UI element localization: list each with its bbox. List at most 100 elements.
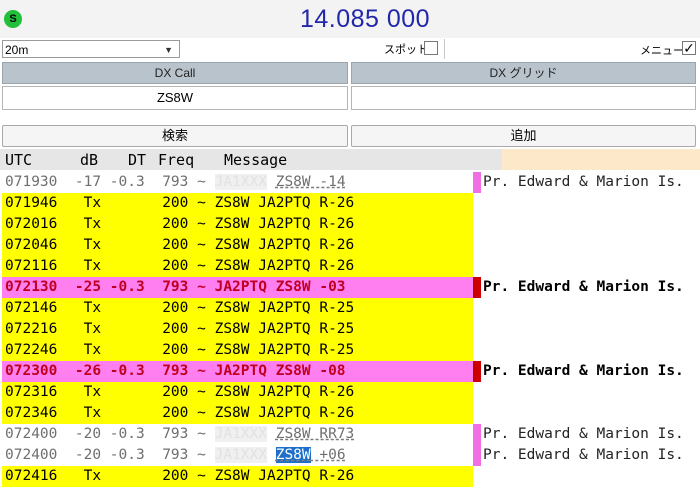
table-row[interactable]: 072146 Tx 200 ~ ZS8W JA2PTQ R-25 bbox=[0, 298, 700, 319]
cell-freq: 200 bbox=[162, 237, 189, 253]
row-text: 072346 Tx 200 ~ ZS8W JA2PTQ R-26 bbox=[5, 403, 354, 424]
table-row[interactable]: 072316 Tx 200 ~ ZS8W JA2PTQ R-26 bbox=[0, 382, 700, 403]
cell-db: Tx bbox=[83, 468, 102, 484]
cell-freq: 793 bbox=[162, 174, 189, 190]
cell-freq: 200 bbox=[162, 468, 189, 484]
cell-freq: 200 bbox=[162, 300, 189, 316]
divider bbox=[444, 39, 445, 59]
cell-msg: ZS8W JA2PTQ R-26 bbox=[214, 384, 355, 400]
cell-sep: ~ bbox=[197, 468, 206, 484]
table-row[interactable]: 072346 Tx 200 ~ ZS8W JA2PTQ R-26 bbox=[0, 403, 700, 424]
column-message: Message bbox=[224, 151, 288, 169]
cell-db: Tx bbox=[83, 321, 102, 337]
chevron-down-icon[interactable]: ▼ bbox=[164, 41, 173, 59]
cell-msg: JA2PTQ ZS8W -08 bbox=[214, 363, 346, 379]
column-utc: UTC bbox=[5, 151, 33, 169]
row-text: 072300 -26 -0.3 793 ~ JA2PTQ ZS8W -08 bbox=[5, 361, 346, 382]
cell-utc: 072316 bbox=[5, 384, 58, 400]
row-text: 072246 Tx 200 ~ ZS8W JA2PTQ R-25 bbox=[5, 340, 354, 361]
cell-msg: ZS8W -14 bbox=[275, 174, 346, 190]
cell-msg: ZS8W JA2PTQ R-26 bbox=[214, 468, 355, 484]
cell-msg: ZS8W JA2PTQ R-25 bbox=[214, 342, 355, 358]
cell-sep: ~ bbox=[197, 363, 206, 379]
table-row[interactable]: 072130 -25 -0.3 793 ~ JA2PTQ ZS8W -03 Pr.… bbox=[0, 277, 700, 298]
cell-utc: 072016 bbox=[5, 216, 58, 232]
row-text: 072116 Tx 200 ~ ZS8W JA2PTQ R-26 bbox=[5, 256, 354, 277]
row-text: 072146 Tx 200 ~ ZS8W JA2PTQ R-25 bbox=[5, 298, 354, 319]
cell-freq: 200 bbox=[162, 405, 189, 421]
cell-msg: ZS8W JA2PTQ R-26 bbox=[214, 216, 355, 232]
dx-grid-input[interactable] bbox=[351, 86, 696, 110]
cell-db: Tx bbox=[83, 342, 102, 358]
cell-sep: ~ bbox=[197, 195, 206, 211]
row-text: 072216 Tx 200 ~ ZS8W JA2PTQ R-25 bbox=[5, 319, 354, 340]
row-text: 072046 Tx 200 ~ ZS8W JA2PTQ R-26 bbox=[5, 235, 354, 256]
cell-rest: +06 bbox=[310, 447, 346, 463]
cell-msg: ZS8W RR73 bbox=[275, 426, 355, 442]
cell-sep: ~ bbox=[197, 405, 206, 421]
band-select[interactable]: 20m ▼ bbox=[2, 40, 180, 58]
cell-db: -25 bbox=[74, 279, 102, 295]
cell-sep: ~ bbox=[197, 447, 206, 463]
dx-call-header: DX Call bbox=[2, 62, 348, 84]
cell-msg: ZS8W JA2PTQ R-25 bbox=[214, 321, 355, 337]
cell-utc: 072400 bbox=[5, 426, 58, 442]
search-button[interactable]: 検索 bbox=[2, 125, 348, 147]
cell-freq: 793 bbox=[162, 363, 189, 379]
cell-sep: ~ bbox=[197, 426, 206, 442]
row-text: 072130 -25 -0.3 793 ~ JA2PTQ ZS8W -03 bbox=[5, 277, 346, 298]
table-row[interactable]: 071946 Tx 200 ~ ZS8W JA2PTQ R-26 bbox=[0, 193, 700, 214]
table-row[interactable]: 071930 -17 -0.3 793 ~ JA1XXX ZS8W -14 Pr.… bbox=[0, 172, 700, 193]
redacted-callsign: JA1XXX bbox=[214, 174, 267, 190]
cell-place: Pr. Edward & Marion Is. bbox=[483, 426, 684, 442]
top-bar: S 14.085 000 bbox=[0, 0, 700, 38]
checkmark-icon: ✓ bbox=[683, 40, 695, 56]
row-marker bbox=[473, 361, 481, 382]
cell-utc: 072346 bbox=[5, 405, 58, 421]
spot-checkbox[interactable] bbox=[424, 41, 438, 55]
row-text: 072316 Tx 200 ~ ZS8W JA2PTQ R-26 bbox=[5, 382, 354, 403]
cell-freq: 793 bbox=[162, 279, 189, 295]
row-text: 071930 -17 -0.3 793 ~ JA1XXX ZS8W -14 bbox=[5, 172, 346, 193]
table-row[interactable]: 072300 -26 -0.3 793 ~ JA2PTQ ZS8W -08 Pr.… bbox=[0, 361, 700, 382]
cell-place: Pr. Edward & Marion Is. bbox=[483, 279, 684, 295]
cell-freq: 200 bbox=[162, 342, 189, 358]
cell-utc: 072146 bbox=[5, 300, 58, 316]
cell-sep: ~ bbox=[197, 300, 206, 316]
cell-utc: 072416 bbox=[5, 468, 58, 484]
cell-utc: 072046 bbox=[5, 237, 58, 253]
row-text: 072416 Tx 200 ~ ZS8W JA2PTQ R-26 bbox=[5, 466, 354, 487]
row-text: 072016 Tx 200 ~ ZS8W JA2PTQ R-26 bbox=[5, 214, 354, 235]
table-row[interactable]: 072400 -20 -0.3 793 ~ JA1XXX ZS8W +06 Pr.… bbox=[0, 445, 700, 466]
cell-dt: -0.3 bbox=[109, 279, 145, 295]
cell-dt: -0.3 bbox=[109, 447, 145, 463]
cell-sep: ~ bbox=[197, 216, 206, 232]
add-button[interactable]: 追加 bbox=[351, 125, 696, 147]
table-row[interactable]: 072216 Tx 200 ~ ZS8W JA2PTQ R-25 bbox=[0, 319, 700, 340]
cell-sep: ~ bbox=[197, 258, 206, 274]
table-row[interactable]: 072246 Tx 200 ~ ZS8W JA2PTQ R-25 bbox=[0, 340, 700, 361]
cell-msg: ZS8W JA2PTQ R-26 bbox=[214, 237, 355, 253]
dx-grid-header: DX グリッド bbox=[351, 62, 696, 84]
redacted-callsign: JA1XXX bbox=[214, 426, 267, 442]
table-row[interactable]: 072400 -20 -0.3 793 ~ JA1XXX ZS8W RR73 Pr… bbox=[0, 424, 700, 445]
table-header-right-panel bbox=[502, 149, 700, 170]
frequency-display: 14.085 000 bbox=[299, 5, 431, 33]
table-row[interactable]: 072416 Tx 200 ~ ZS8W JA2PTQ R-26 bbox=[0, 466, 700, 487]
cell-utc: 072216 bbox=[5, 321, 58, 337]
cell-dt: -0.3 bbox=[109, 426, 145, 442]
redacted-callsign: JA1XXX bbox=[214, 447, 267, 463]
table-row[interactable]: 072016 Tx 200 ~ ZS8W JA2PTQ R-26 bbox=[0, 214, 700, 235]
cell-msg: ZS8W +06 bbox=[275, 447, 346, 463]
dx-call-input[interactable]: ZS8W bbox=[2, 86, 348, 110]
cell-msg: ZS8W JA2PTQ R-25 bbox=[214, 300, 355, 316]
table-row[interactable]: 072116 Tx 200 ~ ZS8W JA2PTQ R-26 bbox=[0, 256, 700, 277]
menu-label: メニュー bbox=[640, 45, 684, 57]
row-marker bbox=[473, 172, 481, 193]
table-row[interactable]: 072046 Tx 200 ~ ZS8W JA2PTQ R-26 bbox=[0, 235, 700, 256]
column-dt: DT bbox=[128, 151, 147, 169]
cell-utc: 071930 bbox=[5, 174, 58, 190]
cell-utc: 072400 bbox=[5, 447, 58, 463]
menu-checkbox[interactable]: ✓ bbox=[682, 41, 696, 55]
cell-utc: 072300 bbox=[5, 363, 58, 379]
